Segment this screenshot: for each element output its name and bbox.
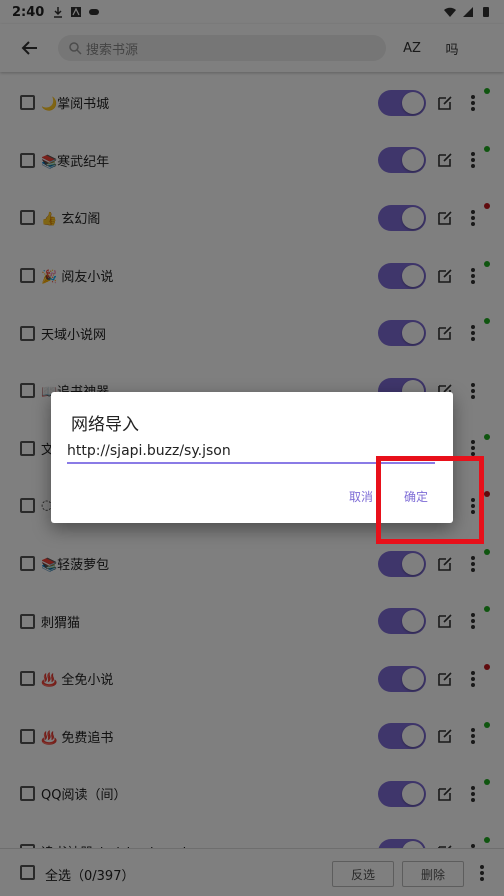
highlight-annotation-box: [376, 456, 484, 544]
cancel-button[interactable]: 取消: [349, 488, 373, 505]
dialog-title: 网络导入: [71, 415, 139, 435]
